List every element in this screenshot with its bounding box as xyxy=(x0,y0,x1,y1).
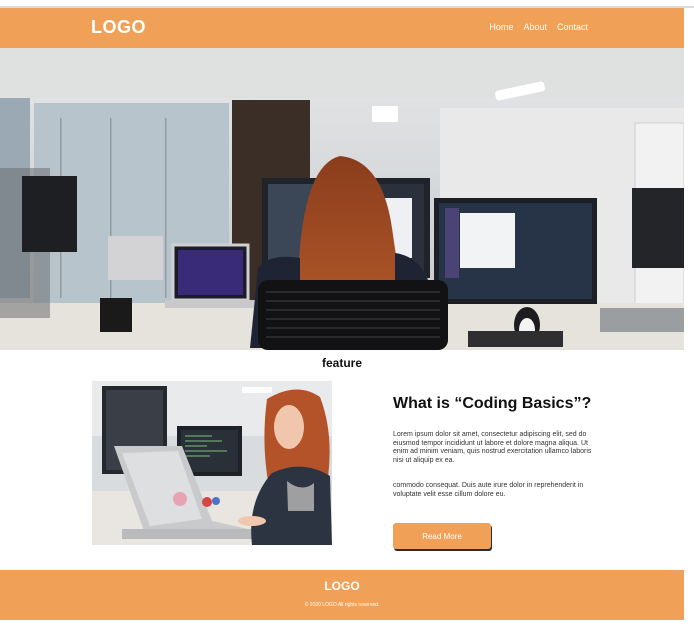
read-more-button[interactable]: Read More xyxy=(393,523,491,549)
feature-paragraph-2: commodo consequat. Duis aute irure dolor… xyxy=(393,482,584,498)
feature-paragraph-1: Lorem ipsum dolor sit amet, consectetur … xyxy=(393,431,592,464)
main-nav: Home About Contact xyxy=(489,22,588,32)
browser-top-rule xyxy=(0,0,694,8)
nav-link-about[interactable]: About xyxy=(523,22,547,32)
header-logo[interactable]: LOGO xyxy=(91,17,146,38)
site-footer: LOGO © 2020 LOGO All rights reserved. xyxy=(0,570,684,620)
copyright-text: © 2020 LOGO All rights reserved. xyxy=(304,602,380,608)
nav-link-home[interactable]: Home xyxy=(489,22,513,32)
hero-image xyxy=(0,48,684,350)
nav-link-contact[interactable]: Contact xyxy=(557,22,588,32)
footer-logo[interactable]: LOGO xyxy=(0,579,684,593)
feature-image xyxy=(92,381,332,545)
feature-heading: What is “Coding Basics”? xyxy=(393,395,592,412)
feature-text-block: What is “Coding Basics”? Lorem ipsum dol… xyxy=(393,395,593,500)
section-title: feature xyxy=(321,356,362,370)
site-header: LOGO Home About Contact xyxy=(0,8,684,48)
